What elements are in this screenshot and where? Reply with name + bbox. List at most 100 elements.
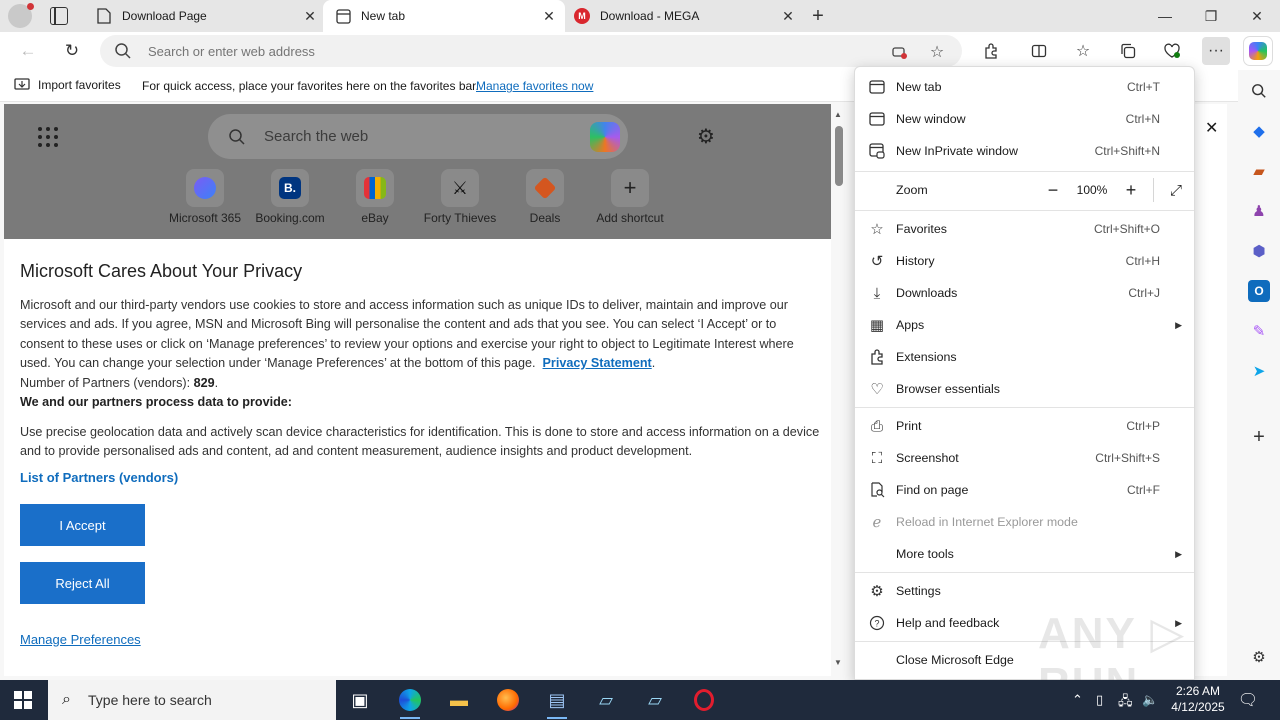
close-window-icon[interactable]: ✕ xyxy=(1234,0,1280,32)
privacy-statement-link[interactable]: Privacy Statement xyxy=(543,356,652,370)
menu-item-extensions[interactable]: Extensions xyxy=(855,341,1194,373)
search-icon[interactable] xyxy=(1248,80,1270,102)
windows-start-icon[interactable] xyxy=(14,691,32,709)
app-installer-icon[interactable]: ▤ xyxy=(543,686,571,719)
shortcut-forty-thieves[interactable]: ⚔ Forty Thieves xyxy=(415,169,505,225)
menu-item-print[interactable]: ⎙ Print Ctrl+P xyxy=(855,410,1194,442)
manage-preferences-link[interactable]: Manage Preferences xyxy=(20,632,141,647)
show-hidden-icons-chevron-icon[interactable]: ⌃ xyxy=(1072,692,1083,708)
opera-icon[interactable] xyxy=(690,686,718,714)
add-favorite-star-icon[interactable]: ☆ xyxy=(926,41,948,63)
menu-item-new-inprivate-window[interactable]: New InPrivate window Ctrl+Shift+N xyxy=(855,135,1194,167)
menu-item-history[interactable]: ↺ History Ctrl+H xyxy=(855,245,1194,277)
firefox-icon[interactable] xyxy=(494,686,522,714)
tab-title: New tab xyxy=(361,9,406,23)
reject-all-button[interactable]: Reject All xyxy=(20,562,145,604)
browser-essentials-icon[interactable] xyxy=(1158,37,1186,65)
notifications-icon[interactable]: 🗨 xyxy=(1234,686,1262,714)
shortcut-deals[interactable]: Deals xyxy=(500,169,590,225)
partners-label: Number of Partners (vendors): xyxy=(20,375,191,390)
shortcut-ebay[interactable]: eBay xyxy=(330,169,420,225)
menu-item-find-on-page[interactable]: Find on page Ctrl+F xyxy=(855,474,1194,506)
zoom-in-plus-icon[interactable]: + xyxy=(1117,176,1145,204)
menu-label: Settings xyxy=(896,584,941,598)
microsoft-365-icon[interactable]: ⬢ xyxy=(1248,240,1270,262)
device-icon[interactable]: ▯ xyxy=(1096,692,1103,708)
menu-item-apps[interactable]: ▦ Apps ▶ xyxy=(855,309,1194,341)
designer-icon[interactable]: ✎ xyxy=(1248,320,1270,342)
minimize-icon[interactable]: — xyxy=(1142,0,1188,32)
menu-item-new-tab[interactable]: New tab Ctrl+T xyxy=(855,71,1194,103)
address-input[interactable] xyxy=(148,35,868,67)
vertical-scrollbar[interactable]: ▲ ▼ xyxy=(832,104,846,676)
menu-item-settings[interactable]: ⚙ Settings xyxy=(855,575,1194,607)
accept-button[interactable]: I Accept xyxy=(20,504,145,546)
notepad-icon[interactable]: ▱ xyxy=(592,686,620,714)
menu-label: New tab xyxy=(896,80,942,94)
shopping-tag-icon[interactable]: ◆ xyxy=(1248,120,1270,142)
network-icon[interactable]: 🖧 xyxy=(1118,692,1133,714)
shortcut-booking[interactable]: B. Booking.com xyxy=(245,169,335,225)
settings-and-more-icon[interactable]: ··· xyxy=(1202,37,1230,65)
task-view-icon[interactable]: ▣ xyxy=(346,686,374,714)
taskbar-search-box[interactable]: ⌕ Type here to search xyxy=(48,680,336,720)
outlook-icon[interactable]: O xyxy=(1248,280,1270,302)
tracking-prevention-icon[interactable] xyxy=(888,41,910,63)
tab-mega[interactable]: M Download - MEGA ✕ xyxy=(562,0,804,32)
menu-item-browser-essentials[interactable]: ♡ Browser essentials xyxy=(855,373,1194,405)
list-of-partners-link[interactable]: List of Partners (vendors) xyxy=(20,468,820,488)
menu-shortcut: Ctrl+H xyxy=(1125,254,1160,268)
volume-icon[interactable]: 🔈 xyxy=(1142,692,1158,708)
page-settings-gear-icon[interactable]: ⚙ xyxy=(694,124,718,148)
collections-icon[interactable] xyxy=(1114,37,1142,65)
forty-thieves-icon: ⚔ xyxy=(451,177,469,198)
restore-icon[interactable]: ❐ xyxy=(1188,0,1234,32)
new-tab-plus-icon[interactable]: + xyxy=(806,4,830,28)
scroll-up-arrow-icon[interactable]: ▲ xyxy=(834,110,842,119)
menu-item-new-window[interactable]: New window Ctrl+N xyxy=(855,103,1194,135)
extensions-icon[interactable] xyxy=(977,37,1005,65)
app-launcher-icon[interactable] xyxy=(38,127,58,147)
menu-item-more-tools[interactable]: More tools ▶ xyxy=(855,538,1194,570)
favorites-icon: ☆ xyxy=(870,221,884,238)
close-tab-icon[interactable]: ✕ xyxy=(778,6,798,26)
scrollbar-thumb[interactable] xyxy=(835,126,843,186)
menu-item-screenshot[interactable]: ⛶ Screenshot Ctrl+Shift+S xyxy=(855,442,1194,474)
refresh-icon[interactable]: ↻ xyxy=(58,37,86,65)
close-pane-icon[interactable]: ✕ xyxy=(1205,118,1218,138)
add-shortcut-button[interactable]: + Add shortcut xyxy=(585,169,675,225)
split-screen-icon[interactable] xyxy=(1025,37,1053,65)
clock[interactable]: 2:26 AM 4/12/2025 xyxy=(1158,683,1238,715)
profile-avatar[interactable] xyxy=(8,3,34,28)
close-tab-icon[interactable]: ✕ xyxy=(300,6,320,26)
address-bar[interactable]: ☆ xyxy=(100,35,962,67)
import-favorites-button[interactable]: Import favorites xyxy=(14,78,121,92)
favorites-star-icon[interactable]: ☆ xyxy=(1069,37,1097,65)
tab-new-tab[interactable]: New tab ✕ xyxy=(323,0,565,32)
scroll-down-arrow-icon[interactable]: ▼ xyxy=(834,658,842,667)
menu-item-downloads[interactable]: ⤓ Downloads Ctrl+J xyxy=(855,277,1194,309)
process-heading: We and our partners process data to prov… xyxy=(20,395,292,409)
notepad-icon-2[interactable]: ▱ xyxy=(641,686,669,714)
zoom-out-minus-icon[interactable]: − xyxy=(1039,176,1067,204)
games-icon[interactable]: ♟ xyxy=(1248,200,1270,222)
tools-briefcase-icon[interactable]: ▰ xyxy=(1248,160,1270,182)
manage-favorites-link[interactable]: Manage favorites now xyxy=(476,79,593,93)
edge-taskbar-icon[interactable] xyxy=(396,686,424,719)
web-search-box[interactable]: Search the web xyxy=(208,114,628,159)
menu-shortcut: Ctrl+Shift+S xyxy=(1095,451,1160,465)
drop-icon[interactable]: ➤ xyxy=(1248,360,1270,382)
full-screen-icon[interactable]: ⤢ xyxy=(1162,176,1190,204)
copilot-icon[interactable] xyxy=(590,122,620,152)
tab-actions-icon[interactable] xyxy=(50,7,68,25)
menu-item-favorites[interactable]: ☆ Favorites Ctrl+Shift+O xyxy=(855,213,1194,245)
close-tab-icon[interactable]: ✕ xyxy=(539,6,559,26)
menu-shortcut: Ctrl+Shift+O xyxy=(1093,222,1160,236)
add-sidebar-app-icon[interactable]: + xyxy=(1248,426,1270,448)
back-icon[interactable]: ← xyxy=(14,37,42,65)
tab-download-page[interactable]: Download Page ✕ xyxy=(84,0,326,32)
copilot-icon[interactable] xyxy=(1244,37,1272,65)
menu-label: Print xyxy=(896,419,922,433)
shortcut-microsoft-365[interactable]: Microsoft 365 xyxy=(160,169,250,225)
file-explorer-icon[interactable]: ▬ xyxy=(445,686,473,714)
